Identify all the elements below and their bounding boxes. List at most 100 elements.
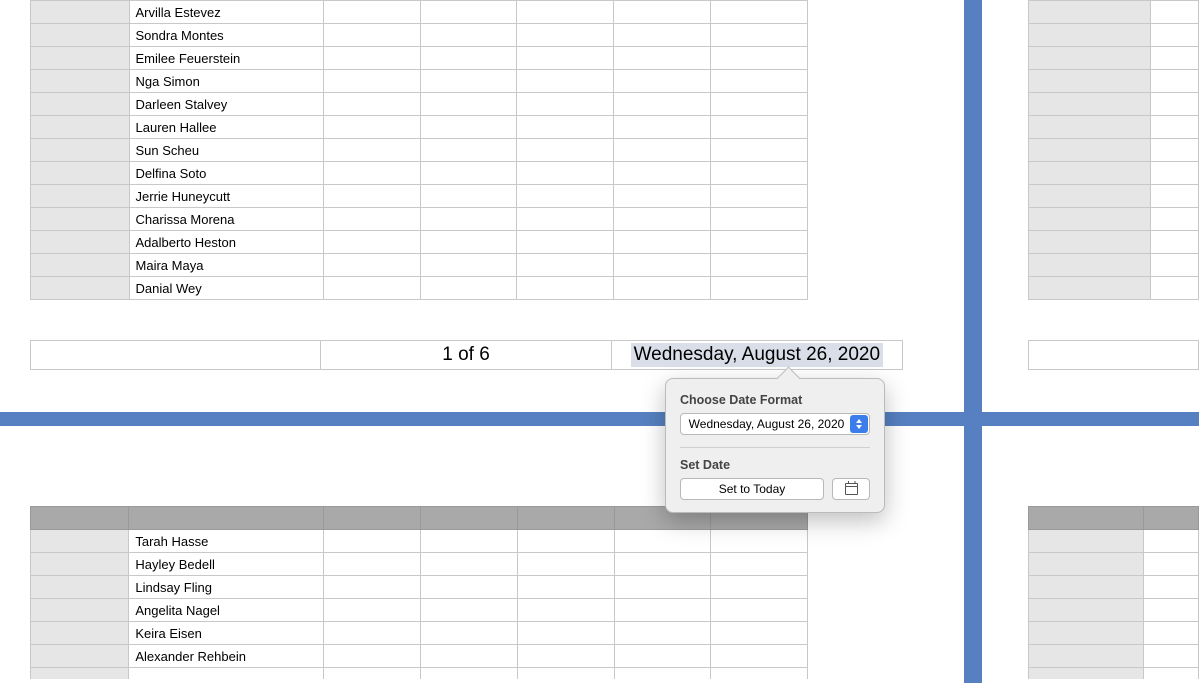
- row-label-cell[interactable]: [31, 93, 130, 116]
- data-cell[interactable]: [517, 47, 614, 70]
- data-cell[interactable]: [1144, 553, 1199, 576]
- data-cell[interactable]: [614, 185, 711, 208]
- data-cell[interactable]: [421, 645, 518, 668]
- table-row[interactable]: Tarah Hasse: [31, 530, 808, 553]
- data-cell[interactable]: [711, 231, 808, 254]
- name-cell[interactable]: Angelita Nagel: [129, 599, 324, 622]
- table-row[interactable]: Emilee Feuerstein: [31, 47, 808, 70]
- data-cell[interactable]: [420, 1, 517, 24]
- data-cell[interactable]: [614, 208, 711, 231]
- data-cell[interactable]: [1144, 645, 1199, 668]
- data-cell[interactable]: [614, 530, 711, 553]
- data-cell[interactable]: [517, 116, 614, 139]
- data-cell[interactable]: [517, 1, 614, 24]
- table-row[interactable]: [1029, 162, 1199, 185]
- names-table-2-overflow[interactable]: [1028, 506, 1199, 679]
- row-label-cell[interactable]: [1029, 277, 1151, 300]
- table-row[interactable]: [1029, 530, 1199, 553]
- data-cell[interactable]: [711, 622, 808, 645]
- row-label-cell[interactable]: [1029, 599, 1144, 622]
- data-cell[interactable]: [517, 208, 614, 231]
- footer-date-text[interactable]: Wednesday, August 26, 2020: [631, 343, 883, 367]
- row-label-cell[interactable]: [1029, 553, 1144, 576]
- data-cell[interactable]: [420, 24, 517, 47]
- data-cell[interactable]: [420, 70, 517, 93]
- data-cell[interactable]: [323, 70, 420, 93]
- footer-cell-left[interactable]: [30, 340, 320, 370]
- data-cell[interactable]: [324, 599, 421, 622]
- data-cell[interactable]: [323, 139, 420, 162]
- data-cell[interactable]: [711, 24, 808, 47]
- data-cell[interactable]: [614, 622, 711, 645]
- data-cell[interactable]: [324, 645, 421, 668]
- row-label-cell[interactable]: [1029, 162, 1151, 185]
- data-cell[interactable]: [1151, 277, 1199, 300]
- data-cell[interactable]: [1144, 576, 1199, 599]
- table-row[interactable]: Lauren Hallee: [31, 116, 808, 139]
- names-table-2[interactable]: Tarah HasseHayley BedellLindsay FlingAng…: [30, 506, 808, 679]
- row-label-cell[interactable]: [31, 645, 129, 668]
- name-cell[interactable]: Sun Scheu: [129, 139, 323, 162]
- footer-date-cell[interactable]: Wednesday, August 26, 2020: [612, 340, 903, 370]
- table-row[interactable]: Adalberto Heston: [31, 231, 808, 254]
- data-cell[interactable]: [517, 277, 614, 300]
- data-cell[interactable]: [614, 599, 711, 622]
- data-cell[interactable]: [1151, 231, 1199, 254]
- row-label-cell[interactable]: [1029, 208, 1151, 231]
- data-cell[interactable]: [421, 530, 518, 553]
- data-cell[interactable]: [711, 553, 808, 576]
- data-cell[interactable]: [614, 231, 711, 254]
- table-row[interactable]: Darleen Stalvey: [31, 93, 808, 116]
- row-label-cell[interactable]: [1029, 622, 1144, 645]
- data-cell[interactable]: [614, 93, 711, 116]
- data-cell[interactable]: [614, 277, 711, 300]
- data-cell[interactable]: [1151, 24, 1199, 47]
- data-cell[interactable]: [323, 24, 420, 47]
- data-cell[interactable]: [711, 1, 808, 24]
- data-cell[interactable]: [517, 231, 614, 254]
- data-cell[interactable]: [420, 254, 517, 277]
- data-cell[interactable]: [1151, 254, 1199, 277]
- data-cell[interactable]: [1144, 622, 1199, 645]
- name-cell[interactable]: Danial Wey: [129, 277, 323, 300]
- row-label-cell[interactable]: [1029, 231, 1151, 254]
- row-label-cell[interactable]: [31, 208, 130, 231]
- data-cell[interactable]: [711, 47, 808, 70]
- data-cell[interactable]: [711, 116, 808, 139]
- data-cell[interactable]: [1151, 185, 1199, 208]
- names-table-1-overflow[interactable]: [1028, 0, 1199, 300]
- row-label-cell[interactable]: [31, 162, 130, 185]
- data-cell[interactable]: [517, 553, 614, 576]
- data-cell[interactable]: [517, 576, 614, 599]
- data-cell[interactable]: [517, 93, 614, 116]
- data-cell[interactable]: [711, 277, 808, 300]
- data-cell[interactable]: [711, 139, 808, 162]
- data-cell[interactable]: [420, 93, 517, 116]
- date-format-select[interactable]: Wednesday, August 26, 2020: [680, 413, 870, 435]
- name-cell[interactable]: Charissa Morena: [129, 208, 323, 231]
- table-row[interactable]: Lindsay Fling: [31, 576, 808, 599]
- data-cell[interactable]: [614, 70, 711, 93]
- table-row[interactable]: [1029, 254, 1199, 277]
- data-cell[interactable]: [711, 93, 808, 116]
- table-row[interactable]: Danial Wey: [31, 277, 808, 300]
- table-row[interactable]: [1029, 93, 1199, 116]
- data-cell[interactable]: [323, 231, 420, 254]
- table-row[interactable]: [1029, 116, 1199, 139]
- name-cell[interactable]: Lindsay Fling: [129, 576, 324, 599]
- data-cell[interactable]: [324, 553, 421, 576]
- name-cell[interactable]: Hayley Bedell: [129, 553, 324, 576]
- table-row[interactable]: Jerrie Huneycutt: [31, 185, 808, 208]
- data-cell[interactable]: [323, 277, 420, 300]
- table-row[interactable]: [1029, 622, 1199, 645]
- row-label-cell[interactable]: [31, 47, 130, 70]
- table-row[interactable]: [1029, 70, 1199, 93]
- row-label-cell[interactable]: [1029, 185, 1151, 208]
- row-label-cell[interactable]: [31, 185, 130, 208]
- table-row[interactable]: Maira Maya: [31, 254, 808, 277]
- row-label-cell[interactable]: [31, 231, 130, 254]
- row-label-cell[interactable]: [1029, 116, 1151, 139]
- data-cell[interactable]: [420, 116, 517, 139]
- name-cell[interactable]: Delfina Soto: [129, 162, 323, 185]
- name-cell[interactable]: Emilee Feuerstein: [129, 47, 323, 70]
